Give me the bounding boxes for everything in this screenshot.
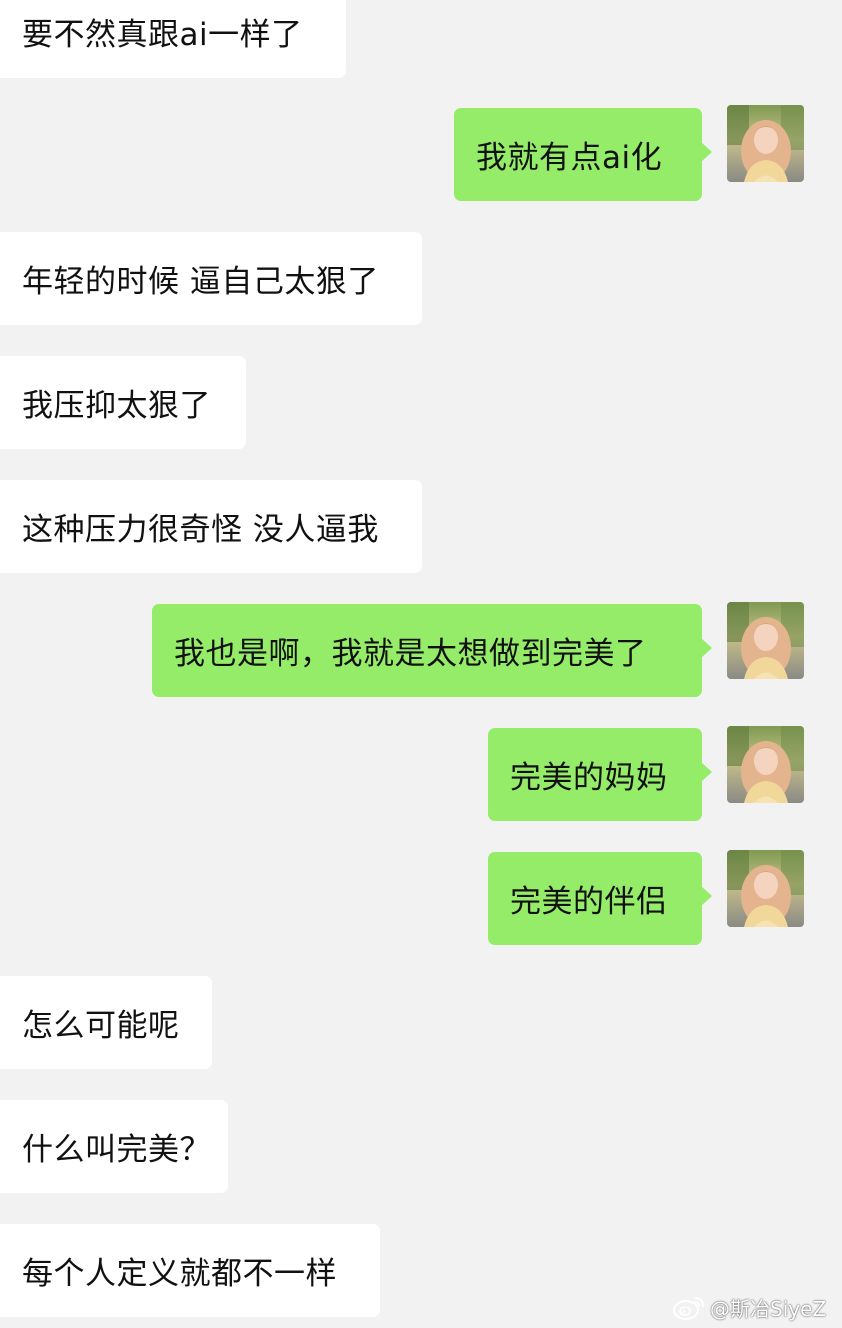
message-bubble-incoming[interactable]: 要不然真跟ai一样了 bbox=[0, 0, 346, 78]
watermark: @斯冶SiyeZ bbox=[672, 1290, 826, 1324]
message-bubble-outgoing[interactable]: 完美的妈妈 bbox=[488, 728, 712, 821]
message-text: 完美的伴侣 bbox=[510, 884, 668, 920]
message-text: 这种压力很奇怪 没人逼我 bbox=[22, 512, 379, 548]
avatar-photo-icon bbox=[727, 726, 804, 803]
message-bubble-incoming[interactable]: 我压抑太狠了 bbox=[0, 356, 246, 449]
message-bubble-incoming[interactable]: 什么叫完美？ bbox=[0, 1100, 228, 1193]
message-bubble-outgoing[interactable]: 我也是啊，我就是太想做到完美了 bbox=[152, 604, 712, 697]
watermark-text: @斯冶SiyeZ bbox=[710, 1296, 827, 1321]
message-text: 每个人定义就都不一样 bbox=[22, 1256, 337, 1292]
avatar-photo-icon bbox=[727, 105, 804, 182]
message-text: 要不然真跟ai一样了 bbox=[22, 17, 303, 53]
message-text: 我也是啊，我就是太想做到完美了 bbox=[174, 636, 647, 672]
message-bubble-outgoing[interactable]: 完美的伴侣 bbox=[488, 852, 712, 945]
avatar[interactable] bbox=[727, 850, 804, 927]
message-text: 我就有点ai化 bbox=[476, 140, 663, 176]
message-text: 完美的妈妈 bbox=[510, 760, 668, 796]
avatar[interactable] bbox=[727, 105, 804, 182]
message-text: 年轻的时候 逼自己太狠了 bbox=[22, 264, 379, 300]
message-text: 我压抑太狠了 bbox=[22, 388, 211, 424]
message-bubble-outgoing[interactable]: 我就有点ai化 bbox=[454, 108, 712, 201]
message-bubble-incoming[interactable]: 这种压力很奇怪 没人逼我 bbox=[0, 480, 422, 573]
message-bubble-incoming[interactable]: 每个人定义就都不一样 bbox=[0, 1224, 380, 1317]
message-text: 怎么可能呢 bbox=[22, 1008, 180, 1044]
weibo-logo-icon bbox=[673, 1297, 704, 1320]
avatar-photo-icon bbox=[727, 850, 804, 927]
avatar[interactable] bbox=[727, 726, 804, 803]
message-text: 什么叫完美？ bbox=[22, 1132, 211, 1168]
avatar[interactable] bbox=[727, 602, 804, 679]
message-bubble-incoming[interactable]: 年轻的时候 逼自己太狠了 bbox=[0, 232, 422, 325]
avatar-photo-icon bbox=[727, 602, 804, 679]
message-bubble-incoming[interactable]: 怎么可能呢 bbox=[0, 976, 212, 1069]
